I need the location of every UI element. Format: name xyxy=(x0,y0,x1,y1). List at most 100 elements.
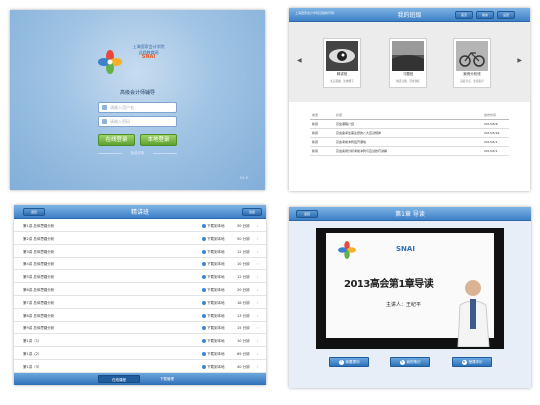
lecture-row[interactable]: 第4讲 总体思路分析 下载到本地 10 分钟 › xyxy=(14,258,266,271)
download-label[interactable]: 下载到本地 xyxy=(207,297,225,309)
card-title: 习题班 xyxy=(402,72,414,76)
home-button[interactable]: 首页 xyxy=(455,11,473,19)
landscape-thumbnail-icon xyxy=(392,41,424,71)
table-header: 类型 标题 发布时间 xyxy=(310,111,509,120)
download-label[interactable]: 下载到本地 xyxy=(207,348,225,360)
lecture-row[interactable]: 第5讲 总体思路分析 下载到本地 12 分钟 › xyxy=(14,271,266,284)
free-trial-link[interactable]: 免费试听 xyxy=(98,151,177,156)
bottom-tab-bar: 在线课程 下载管理 xyxy=(14,373,266,385)
lecture-name: 第1讲（2） xyxy=(23,352,42,356)
download-icon[interactable] xyxy=(202,249,206,254)
download-label[interactable]: 下载到本地 xyxy=(207,220,225,232)
tab-online-courses[interactable]: 在线课程 xyxy=(98,375,140,383)
lecturer-figure-icon xyxy=(457,280,490,347)
duration-label: 30 分钟 xyxy=(237,224,250,228)
tab-download-manager[interactable]: 下载管理 xyxy=(146,375,188,383)
lecture-row[interactable]: 第7讲 总体思路分析 下载到本地 18 分钟 › xyxy=(14,297,266,309)
chevron-right-icon: › xyxy=(257,326,259,331)
download-label[interactable]: 下载到本地 xyxy=(207,233,225,245)
speaker-label: 主讲人：王纪平 xyxy=(386,302,422,308)
password-input[interactable]: 请输入密码 xyxy=(98,116,177,127)
download-icon[interactable] xyxy=(202,275,206,280)
lecture-row[interactable]: 第1讲（3） 下载到本地 40 分钟 › xyxy=(14,361,266,373)
class-carousel: ◀ ▶ 精讲班 扎实基础、注重细节 习题班 精选习题、同步训练 案例分析班 深析… xyxy=(289,22,530,102)
class-card[interactable]: 精讲班 扎实基础、注重细节 xyxy=(323,38,361,88)
download-icon[interactable] xyxy=(202,352,206,356)
lecture-row[interactable]: 第6讲 总体思路分析 下载到本地 20 分钟 › xyxy=(14,284,266,296)
download-label[interactable]: 下载到本地 xyxy=(207,246,225,258)
lecture-slide: SNAI 2013高会第1章导读 主讲人：王纪平 xyxy=(326,233,494,347)
lock-icon xyxy=(102,119,107,124)
download-label[interactable]: 下载到本地 xyxy=(207,258,225,270)
table-row[interactable]: 新闻 高会备考生需注意的八大应试规律 2013/5/29 xyxy=(310,129,509,138)
download-icon[interactable] xyxy=(202,364,206,369)
download-label[interactable]: 下载到本地 xyxy=(207,310,225,322)
lecture-name: 第7讲 总体思路分析 xyxy=(23,300,55,305)
chevron-right-icon: › xyxy=(257,236,259,241)
class-button[interactable]: 班级 xyxy=(242,208,262,216)
ask-question-button[interactable]: ? 我要提问 xyxy=(329,357,369,367)
chevron-right-icon: › xyxy=(257,313,259,318)
download-icon[interactable] xyxy=(202,236,206,241)
download-label[interactable]: 下载到本地 xyxy=(207,284,225,296)
local-login-button[interactable]: 本地登录 xyxy=(140,134,177,146)
download-icon[interactable] xyxy=(202,313,206,318)
download-icon[interactable] xyxy=(202,288,206,292)
course-rating-button[interactable]: ★ 授课评价 xyxy=(452,357,492,367)
duration-label: 10 分钟 xyxy=(237,339,250,344)
download-label[interactable]: 下载到本地 xyxy=(207,271,225,283)
table-row[interactable]: 新闻 高会案例分析考前冲刺与应试技巧讲解 2013/4/1 xyxy=(310,147,509,156)
flower-logo-icon xyxy=(98,50,122,74)
table-row[interactable]: 新闻 高会考前冲刺班开课啦 2013/4/1 xyxy=(310,138,509,147)
download-label[interactable]: 下载到本地 xyxy=(207,322,225,334)
rating-icon: ★ xyxy=(461,359,467,365)
card-desc: 深析考点、专家指导 xyxy=(460,80,484,83)
chevron-right-icon: › xyxy=(257,352,259,356)
login-screen: 上海国家会计学院 远程教育网 SNAI 高级会计师辅导 请输入用户名 请输入密码… xyxy=(10,10,265,190)
duration-label: 12 分钟 xyxy=(237,249,250,254)
settings-button[interactable]: 设置 xyxy=(497,11,515,19)
lecture-row[interactable]: 第1讲 总体思路分析 下载到本地 30 分钟 › xyxy=(14,220,266,232)
lecture-name: 第9讲 总体思路分析 xyxy=(23,326,55,331)
download-icon[interactable] xyxy=(202,262,206,267)
download-icon[interactable] xyxy=(202,326,206,331)
lecture-name: 第4讲 总体思路分析 xyxy=(23,262,55,267)
lecture-row[interactable]: 第8讲 总体思路分析 下载到本地 13 分钟 › xyxy=(14,310,266,322)
lecture-row[interactable]: 第9讲 总体思路分析 下载到本地 15 分钟 › xyxy=(14,322,266,335)
lecture-name: 第1讲（1） xyxy=(23,339,42,344)
lecture-name: 第5讲 总体思路分析 xyxy=(23,275,55,280)
duration-label: 18 分钟 xyxy=(237,300,250,305)
lecture-row[interactable]: 第1讲（1） 下载到本地 10 分钟 › xyxy=(14,335,266,348)
eye-thumbnail-icon xyxy=(326,41,358,71)
page-title: 第1章 导读 xyxy=(395,211,425,218)
download-label[interactable]: 下载到本地 xyxy=(207,335,225,347)
header-bar: 返回 第1章 导读 xyxy=(289,207,531,221)
lecture-name: 第2讲 总体思路分析 xyxy=(23,236,55,241)
lecture-row[interactable]: 第1讲（2） 下载到本地 69 分钟 › xyxy=(14,348,266,360)
chevron-right-icon: › xyxy=(257,339,259,344)
video-player[interactable]: SNAI 2013高会第1章导读 主讲人：王纪平 xyxy=(316,228,504,349)
my-notes-button[interactable]: ✎ 我的笔记 xyxy=(390,357,430,367)
download-icon[interactable] xyxy=(202,224,206,228)
chevron-left-icon[interactable]: ◀ xyxy=(297,57,302,64)
download-icon[interactable] xyxy=(202,300,206,305)
chevron-right-icon: › xyxy=(257,364,259,369)
logo-text: 上海国家会计学院 远程教育网 SNAI xyxy=(132,44,165,60)
duration-label: 69 分钟 xyxy=(237,352,250,356)
duration-label: 12 分钟 xyxy=(237,275,250,280)
message-button[interactable]: 留言 xyxy=(476,11,494,19)
slide-logo: SNAI xyxy=(396,245,415,253)
class-card[interactable]: 案例分析班 深析考点、专家指导 xyxy=(453,38,491,88)
username-input[interactable]: 请输入用户名 xyxy=(98,102,177,113)
online-login-button[interactable]: 在线登录 xyxy=(98,134,135,146)
download-icon[interactable] xyxy=(202,339,206,344)
lecture-row[interactable]: 第3讲 总体思路分析 下载到本地 12 分钟 › xyxy=(14,246,266,258)
chevron-right-icon[interactable]: ▶ xyxy=(517,57,522,64)
card-title: 精讲班 xyxy=(336,72,348,76)
download-label[interactable]: 下载到本地 xyxy=(207,361,225,373)
lecture-row[interactable]: 第2讲 总体思路分析 下载到本地 50 分钟 › xyxy=(14,233,266,245)
class-card[interactable]: 习题班 精选习题、同步训练 xyxy=(389,38,427,88)
table-row[interactable]: 新闻 高会课程介绍 2013/6/8 xyxy=(310,120,509,129)
duration-label: 15 分钟 xyxy=(237,326,250,331)
chevron-right-icon: › xyxy=(257,249,259,254)
